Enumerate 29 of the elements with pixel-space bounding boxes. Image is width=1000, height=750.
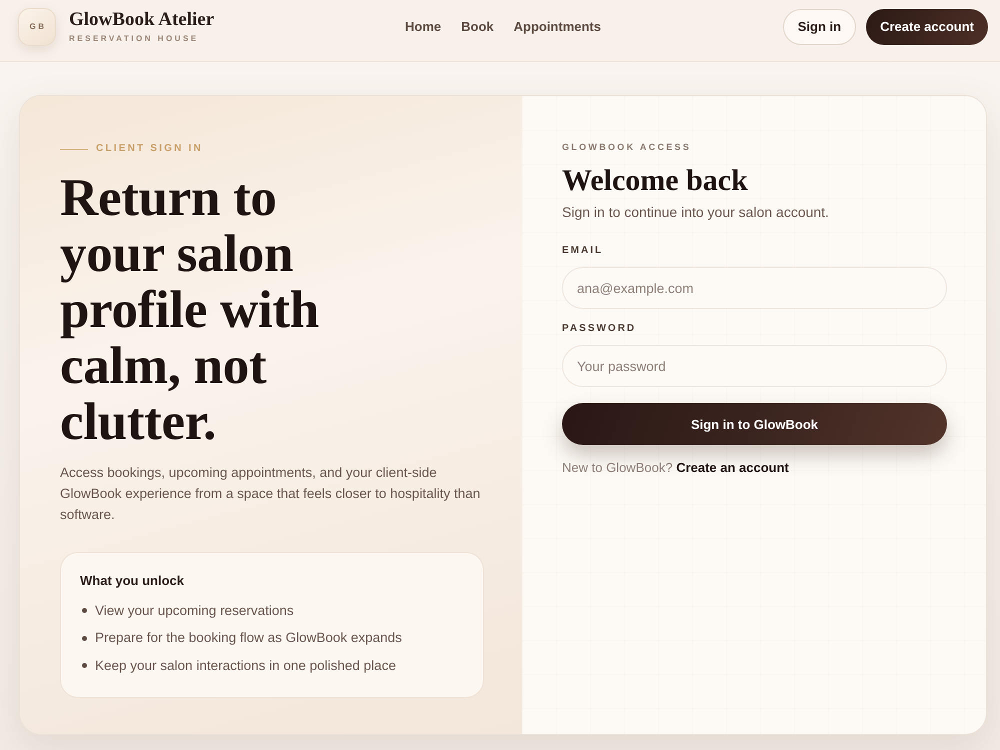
sign-in-button[interactable]: Sign in bbox=[782, 8, 856, 44]
bullet-icon bbox=[82, 636, 87, 641]
nav-link[interactable]: Appointments bbox=[514, 19, 601, 34]
signup-prompt: New to GlowBook? Create an account bbox=[562, 459, 790, 477]
brand-tagline: RESERVATION HOUSE bbox=[69, 34, 200, 44]
form-eyebrow: GLOWBOOK ACCESS bbox=[562, 141, 692, 153]
unlock-title: What you unlock bbox=[80, 572, 185, 590]
nav-link[interactable]: Book bbox=[461, 19, 494, 34]
form-title: Welcome back bbox=[562, 164, 749, 198]
bullet-icon bbox=[82, 608, 87, 614]
create-account-button[interactable]: Create account bbox=[866, 8, 988, 44]
brand-name: GlowBook Atelier bbox=[69, 9, 214, 31]
submit-button[interactable]: Sign in to GlowBook bbox=[562, 403, 947, 445]
headline: Return to your salon profile with calm, not clutter. bbox=[60, 170, 320, 450]
unlock-item: Keep your salon interactions in one polished place bbox=[95, 656, 396, 675]
nav-link[interactable]: Home bbox=[404, 19, 442, 34]
logo-mark: GB bbox=[18, 8, 56, 46]
field-label: EMAIL bbox=[562, 245, 604, 257]
field-label: PASSWORD bbox=[562, 323, 638, 335]
create-account-link[interactable]: Create an account bbox=[676, 460, 789, 475]
intro-description: Access bookings, upcoming appointments, and your client-side GlowBook experience from a space that feels closer to hospitality than software. bbox=[60, 464, 482, 524]
unlock-item: Prepare for the booking flow as GlowBook expands bbox=[95, 629, 402, 648]
bullet-icon bbox=[82, 663, 87, 668]
unlock-item: View your upcoming reservations bbox=[95, 602, 294, 620]
form-subtitle: Sign in to continue into your salon account. bbox=[562, 203, 830, 222]
eyebrow-label: CLIENT SIGN IN bbox=[96, 142, 203, 156]
accent-rule bbox=[60, 148, 88, 150]
email-field[interactable]: ana@example.com bbox=[562, 267, 947, 309]
password-field[interactable]: Your password bbox=[562, 345, 947, 387]
